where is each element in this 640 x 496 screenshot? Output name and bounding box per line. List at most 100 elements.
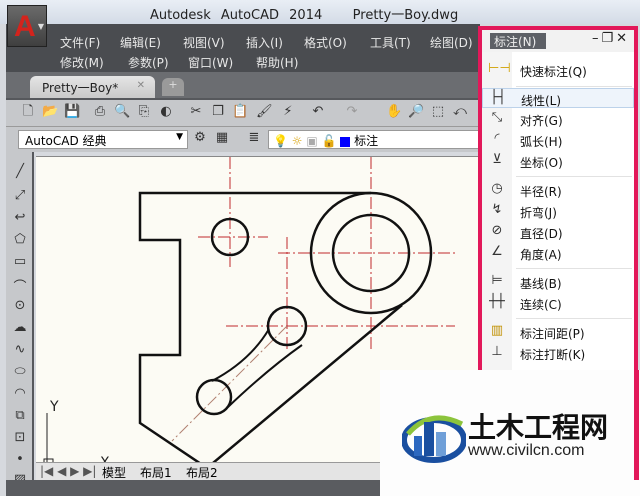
zoom-realtime-icon[interactable]: 🔎 [408,104,424,120]
3d-dwf-icon[interactable]: ◐ [158,104,174,120]
arc-length-icon: ◜ [494,131,500,146]
zoom-previous-icon[interactable]: ⤺ [452,104,468,120]
copy-icon[interactable]: ❐ [210,104,226,120]
separator [516,86,632,87]
menu-edit[interactable]: 编辑(E) [120,34,161,51]
construction-line-icon[interactable]: ⤢ [12,188,28,204]
block-editor-icon[interactable]: ⚡ [280,104,296,120]
watermark: 土木工程网 www.civilcn.com [380,370,640,496]
item-label: 快速标注(Q) [520,65,587,79]
panel-item-ordinate[interactable]: ⊻ 坐标(O) [482,151,634,171]
panel-item-quick-dimension[interactable]: ⊢⊣ 快速标注(Q) [482,60,634,80]
separator [516,318,632,319]
application-menu-button[interactable]: A ▼ [7,5,47,47]
new-file-icon[interactable]: 🗋 [20,104,36,120]
save-icon[interactable]: 💾 [64,104,80,120]
panel-item-baseline[interactable]: ⊨ 基线(B) [482,272,634,292]
menu-format[interactable]: 格式(O) [304,34,347,51]
gear-icon[interactable]: ⚙ [192,130,208,146]
item-label: 连续(C) [520,298,562,312]
item-label: 弧长(H) [520,135,563,149]
tab-layout1[interactable]: 布局1 [140,464,172,481]
polyline-icon[interactable]: ↩ [12,210,28,226]
panel-item-continue[interactable]: ┼┼ 连续(C) [482,293,634,313]
open-icon[interactable]: 📂 [42,104,58,120]
item-label: 半径(R) [520,185,562,199]
undo-icon[interactable]: ↶ [310,104,326,120]
tab-nav-arrows-icon[interactable]: |◀ ◀ ▶ ▶| [40,464,96,478]
insert-block-icon[interactable]: ⧉ [12,408,28,424]
workspace-select[interactable]: AutoCAD 经典 ▼ [18,130,188,149]
print-preview-icon[interactable]: 🔍 [114,104,130,120]
revision-cloud-icon[interactable]: ☁ [12,320,28,336]
document-tab[interactable]: Pretty一Boy* ✕ [30,76,155,98]
close-icon[interactable]: ✕ [137,80,145,91]
item-label: 线性(L) [521,94,562,108]
panel-item-diameter[interactable]: ⊘ 直径(D) [482,222,634,242]
panel-item-aligned[interactable]: ⤡ 对齐(G) [482,109,634,129]
spline-icon[interactable]: ∿ [12,342,28,358]
cut-icon[interactable]: ✂ [188,104,204,120]
tab-layout2[interactable]: 布局2 [186,464,218,481]
menu-help[interactable]: 帮助(H) [256,54,298,71]
publish-icon[interactable]: ⎘ [136,104,152,120]
panel-item-linear[interactable]: ├┤ 线性(L) [482,88,634,108]
quick-dimension-icon: ⊢⊣ [488,61,511,76]
rectangle-icon[interactable]: ▭ [12,254,28,270]
continue-icon: ┼┼ [489,294,505,309]
chevron-down-icon: ▼ [176,132,183,142]
layer-name: 标注 [354,134,379,148]
menu-file[interactable]: 文件(F) [60,34,100,51]
arc-icon[interactable]: ⌒ [12,276,28,295]
match-properties-icon[interactable]: 🖌 [256,104,273,120]
menu-draw[interactable]: 绘图(D) [430,34,473,51]
ellipse-icon[interactable]: ⬭ [12,364,28,380]
pan-icon[interactable]: ✋ [386,104,402,120]
y-axis-label: Y [49,399,59,415]
close-icon[interactable]: ✕ [616,31,630,46]
tab-model[interactable]: 模型 [102,464,126,481]
panel-item-arc-length[interactable]: ◜ 弧长(H) [482,130,634,150]
panel-item-dim-break[interactable]: ⊥ 标注打断(K) [482,343,634,363]
sun-icon: ☼ [291,134,303,148]
panel-item-jogged[interactable]: ↯ 折弯(J) [482,201,634,221]
layer-select[interactable]: 💡 ☼ ▣ 🔓 标注 [268,130,480,149]
menu-parametric[interactable]: 参数(P) [128,54,169,71]
polygon-icon[interactable]: ⬠ [12,232,28,248]
menu-modify[interactable]: 修改(M) [60,54,104,71]
item-label: 基线(B) [520,277,562,291]
angular-icon: ∠ [491,244,503,259]
panel-item-angular[interactable]: ∠ 角度(A) [482,243,634,263]
linear-icon: ├┤ [490,90,506,105]
paste-icon[interactable]: 📋 [232,104,248,120]
item-label: 标注间距(P) [520,327,585,341]
zoom-window-icon[interactable]: ⬚ [430,104,446,120]
title-bar: Autodesk AutoCAD 2014 Pretty一Boy.dwg [0,0,640,24]
panel-controls: –❐✕ [592,31,630,46]
menu-insert[interactable]: 插入(I) [246,34,283,51]
circle-icon[interactable]: ⊙ [12,298,28,314]
redo-icon[interactable]: ↷ [344,104,360,120]
dim-space-icon: ▥ [490,323,504,338]
point-icon[interactable]: • [12,452,28,468]
line-icon[interactable]: ╱ [12,164,28,180]
file-name: Pretty一Boy.dwg [352,8,459,23]
layer-color-swatch [340,136,351,147]
new-tab-button[interactable]: + [162,78,184,96]
standard-toolbar: 🗋 📂 💾 ⎙ 🔍 ⎘ ◐ ✂ ❐ 📋 🖌 ⚡ ↶ ↷ ✋ 🔎 ⬚ ⤺ [6,98,480,126]
menu-tools[interactable]: 工具(T) [370,34,411,51]
outline-path [138,191,403,470]
layer-properties-icon[interactable]: ≣ [246,130,262,146]
make-block-icon[interactable]: ⊡ [12,430,28,446]
menu-window[interactable]: 窗口(W) [188,54,233,71]
ellipse-arc-icon[interactable]: ◠ [12,386,28,402]
restore-icon[interactable]: ❐ [601,31,616,46]
panel-title: 标注(N) [490,33,546,49]
window-title: Autodesk AutoCAD 2014 Pretty一Boy.dwg [150,4,458,23]
menu-view[interactable]: 视图(V) [183,34,225,51]
panel-item-dim-space[interactable]: ▥ 标注间距(P) [482,322,634,342]
print-icon[interactable]: ⎙ [92,104,108,120]
panel-item-radius[interactable]: ◷ 半径(R) [482,180,634,200]
workspace-settings-icon[interactable]: ▦ [214,130,230,146]
minimize-icon[interactable]: – [592,31,602,46]
